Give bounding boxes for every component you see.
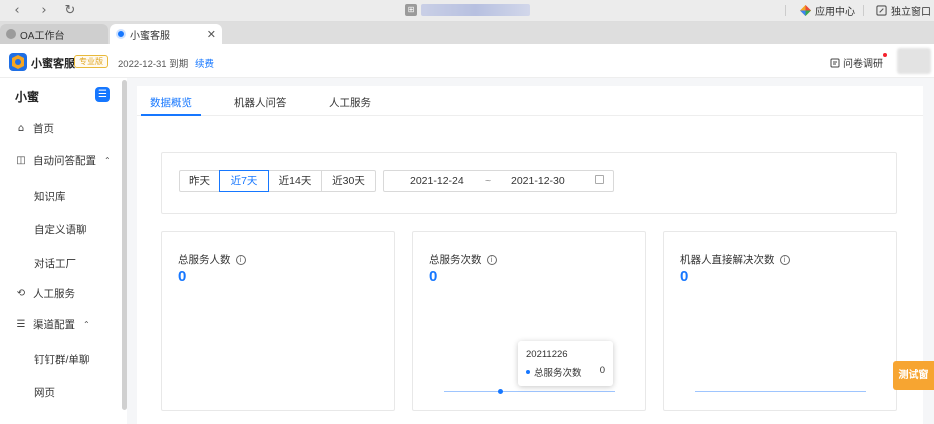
chart-baseline — [444, 391, 615, 392]
app-center-button[interactable]: 应用中心 — [800, 3, 855, 18]
survey-icon — [830, 58, 840, 67]
tab-xiaomi-service[interactable]: 小蜜客服 ✕ — [110, 24, 222, 44]
series-marker — [526, 370, 530, 374]
address-bar[interactable]: ⊞ — [405, 3, 530, 17]
range-30days[interactable]: 近30天 — [321, 170, 376, 192]
test-window-button[interactable]: 测试窗 — [893, 361, 934, 390]
tab-strip: OA工作台 小蜜客服 ✕ — [0, 22, 934, 44]
content-tabs: 数据概览 机器人问答 人工服务 — [137, 86, 923, 116]
sidebar-item-auto-qa[interactable]: ◫ 自动问答配置 ⌃ — [0, 150, 122, 170]
sidebar-title: 小蜜 — [15, 90, 40, 104]
chevron-up-icon: ⌃ — [104, 155, 111, 165]
tooltip-date: 20211226 — [526, 349, 568, 360]
tab-data-overview[interactable]: 数据概览 — [150, 95, 192, 110]
sidebar-item-label: 自动问答配置 — [33, 154, 96, 167]
card-title-text: 机器人直接解决次数 — [680, 254, 775, 266]
sidebar-item-dingtalk[interactable]: 钉钉群/单聊 — [34, 352, 89, 367]
sidebar-item-home[interactable]: ⌂ 首页 — [0, 118, 122, 138]
filter-bar: 昨天 近7天 近14天 近30天 2021-12-24 ~ 2021-12-30 — [161, 152, 897, 214]
card-title-text: 总服务人数 — [178, 254, 231, 266]
tab-oa-workbench[interactable]: OA工作台 — [0, 24, 108, 44]
content-panel: 数据概览 机器人问答 人工服务 昨天 近7天 近14天 近30天 2021-12… — [137, 86, 923, 424]
stat-card-total-services: 总服务次数 i 0 20211226 总服务次数 0 — [412, 231, 646, 411]
end-date[interactable]: 2021-12-30 — [511, 175, 565, 187]
forward-button[interactable]: › — [36, 3, 52, 19]
survey-label: 问卷调研 — [843, 59, 883, 70]
date-separator: ~ — [485, 175, 492, 187]
card-title: 总服务次数 i — [429, 252, 497, 267]
channel-icon: ☰ — [16, 318, 26, 330]
avatar[interactable] — [897, 48, 931, 74]
card-title: 总服务人数 i — [178, 252, 246, 267]
reload-button[interactable]: ↻ — [62, 3, 78, 19]
sidebar-item-channel-config[interactable]: ☰ 渠道配置 ⌃ — [0, 314, 122, 334]
sidebar-item-label: 渠道配置 — [33, 318, 75, 331]
survey-button[interactable]: 问卷调研 — [830, 53, 887, 70]
date-range-picker[interactable]: 2021-12-24 ~ 2021-12-30 — [383, 170, 614, 192]
qa-config-icon: ◫ — [16, 154, 26, 166]
main-content: 数据概览 机器人问答 人工服务 昨天 近7天 近14天 近30天 2021-12… — [127, 78, 934, 424]
info-icon[interactable]: i — [486, 254, 497, 265]
menu-toggle-icon[interactable]: ☰ — [95, 87, 110, 102]
range-yesterday[interactable]: 昨天 — [179, 170, 220, 192]
stat-card-robot-resolved: 机器人直接解决次数 i 0 — [663, 231, 897, 411]
card-value: 0 — [680, 268, 689, 285]
sidebar-item-knowledge-base[interactable]: 知识库 — [34, 189, 66, 204]
home-icon: ⌂ — [17, 122, 25, 134]
app-center-icon — [800, 5, 811, 16]
sidebar-item-label: 首页 — [33, 122, 54, 135]
xiaomi-logo-icon — [9, 53, 27, 71]
window-icon — [876, 5, 887, 16]
card-title-text: 总服务次数 — [429, 254, 482, 266]
tab-human-service[interactable]: 人工服务 — [329, 95, 371, 110]
sidebar-item-dialog-factory[interactable]: 对话工厂 — [34, 256, 76, 271]
card-value: 0 — [178, 268, 187, 285]
sidebar-item-web[interactable]: 网页 — [34, 385, 55, 400]
info-icon[interactable]: i — [235, 254, 246, 265]
agent-icon: ⟲ — [16, 287, 26, 299]
divider — [785, 5, 786, 16]
sidebar-item-human-service[interactable]: ⟲ 人工服务 — [0, 283, 122, 303]
expire-date: 2022-12-31 到期 — [118, 59, 189, 70]
blurred-url — [421, 4, 530, 16]
site-icon: ⊞ — [405, 4, 417, 16]
app-header: 小蜜客服 专业版 2022-12-31 到期 续费 问卷调研 — [0, 44, 934, 78]
notification-dot — [883, 53, 887, 57]
standalone-window-label: 独立窗口 — [891, 7, 931, 18]
sidebar-item-label: 人工服务 — [33, 287, 75, 300]
active-tab-indicator — [141, 114, 201, 116]
range-14days[interactable]: 近14天 — [268, 170, 322, 192]
tooltip-value: 0 — [599, 365, 605, 376]
tab-label: OA工作台 — [20, 30, 65, 42]
standalone-window-button[interactable]: 独立窗口 — [876, 3, 931, 18]
info-icon[interactable]: i — [779, 254, 790, 265]
app-center-label: 应用中心 — [815, 7, 855, 18]
chart-tooltip: 20211226 总服务次数 0 — [518, 341, 613, 386]
chart-baseline — [695, 391, 866, 392]
start-date[interactable]: 2021-12-24 — [410, 175, 464, 187]
stat-card-total-users: 总服务人数 i 0 — [161, 231, 395, 411]
divider — [863, 5, 864, 16]
back-button[interactable]: ‹ — [9, 3, 25, 19]
app-name: 小蜜客服 — [31, 58, 75, 70]
tab-robot-qa[interactable]: 机器人问答 — [234, 95, 287, 110]
tooltip-series: 总服务次数 — [534, 368, 582, 379]
range-7days[interactable]: 近7天 — [219, 170, 269, 192]
close-icon[interactable]: ✕ — [207, 28, 216, 41]
chevron-up-icon: ⌃ — [83, 319, 90, 329]
card-value: 0 — [429, 268, 438, 285]
tab-label: 小蜜客服 — [130, 30, 170, 42]
chart-point[interactable] — [498, 389, 503, 394]
xiaomi-tab-icon — [116, 29, 126, 39]
sidebar-item-custom-chat[interactable]: 自定义语聊 — [34, 222, 87, 237]
sidebar: 小蜜 ☰ ⌂ 首页 ◫ 自动问答配置 ⌃ 知识库 自定义语聊 对话工厂 ⟲ 人工… — [0, 78, 125, 424]
renew-link[interactable]: 续费 — [195, 56, 214, 70]
card-title: 机器人直接解决次数 i — [680, 252, 790, 267]
calendar-icon — [595, 175, 604, 184]
oa-icon — [6, 29, 16, 39]
edition-badge: 专业版 — [74, 55, 108, 68]
browser-toolbar: ‹ › ↻ ⊞ 应用中心 独立窗口 — [0, 0, 934, 22]
